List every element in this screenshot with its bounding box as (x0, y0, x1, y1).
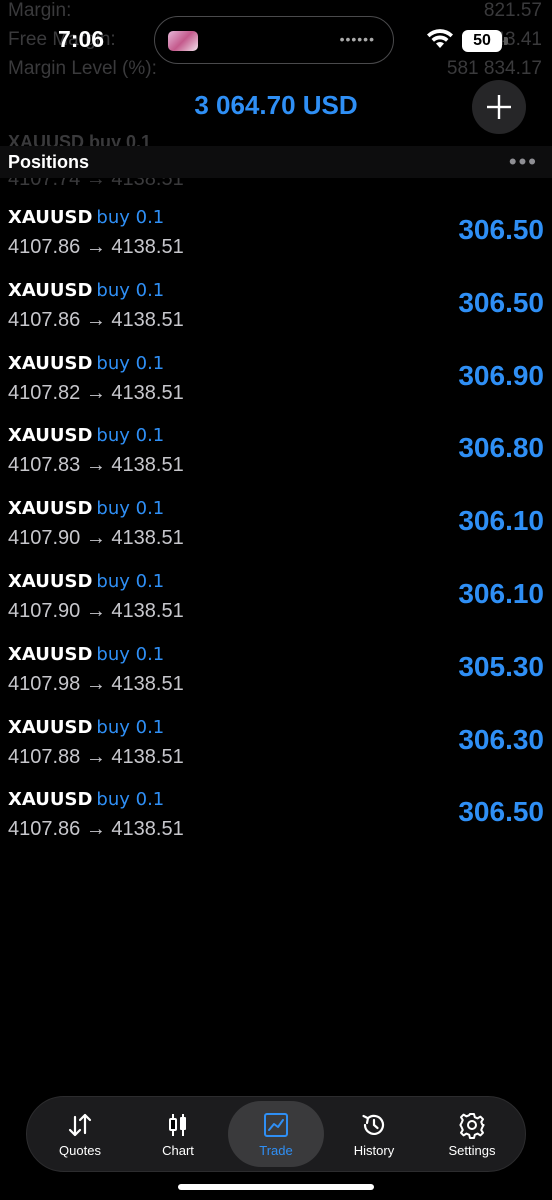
trade-icon (264, 1112, 288, 1137)
battery-icon: 50 (462, 30, 502, 52)
settings-icon (459, 1112, 485, 1139)
tab-chart[interactable]: Chart (130, 1101, 226, 1167)
margin-label: Margin: (8, 0, 72, 21)
position-side: buy 0.1 (96, 425, 165, 447)
account-balance: 3 064.70 USD (194, 90, 358, 120)
activity-dots-icon: •••••• (339, 31, 375, 47)
position-profit: 306.50 (458, 214, 544, 245)
position-prices: 4107.86 → 4138.51 (8, 236, 184, 258)
position-side: buy 0.1 (96, 352, 165, 374)
position-symbol: XAUUSD (8, 279, 93, 301)
position-symbol: XAUUSD (8, 716, 93, 738)
position-prices: 4107.86 → 4138.51 (8, 818, 184, 841)
position-row[interactable]: XAUUSD buy 0.1 4107.83 → 4138.51 306.80 (0, 418, 552, 491)
position-title: XAUUSD buy 0.1 (8, 497, 164, 520)
position-row[interactable]: XAUUSD buy 0.1 4107.82 → 4138.51 306.90 (0, 346, 552, 419)
position-profit: 306.90 (458, 359, 544, 391)
tab-chart-label: Chart (162, 1142, 194, 1158)
position-title: XAUUSD buy 0.1 (8, 352, 164, 375)
tab-settings[interactable]: Settings (424, 1101, 520, 1167)
position-row[interactable]: XAUUSD buy 0.1 4107.90 → 4138.51 306.10 (0, 491, 552, 564)
position-profit: 306.80 (458, 432, 544, 464)
position-row[interactable]: XAUUSD buy 0.1 4107.90 → 4138.51 306.10 (0, 564, 552, 637)
position-symbol: XAUUSD (8, 352, 93, 374)
position-title: XAUUSD buy 0.1 (8, 279, 164, 302)
more-options-icon[interactable]: ••• (509, 151, 538, 173)
battery-cap (504, 37, 508, 45)
position-title: XAUUSD buy 0.1 (8, 206, 164, 229)
dynamic-island[interactable]: •••••• (154, 16, 394, 64)
position-prices: 4107.86 → 4138.51 (8, 308, 184, 331)
position-prices: 4107.83 → 4138.51 (8, 454, 184, 477)
tab-settings-label: Settings (448, 1142, 496, 1158)
position-prices: 4107.98 → 4138.51 (8, 672, 184, 695)
plus-icon (487, 95, 511, 119)
quotes-icon (68, 1113, 92, 1136)
position-profit: 306.30 (458, 723, 544, 755)
tab-history[interactable]: History (326, 1101, 422, 1167)
new-order-button[interactable] (472, 80, 526, 134)
position-profit: 306.10 (458, 505, 544, 537)
position-title: XAUUSD buy 0.1 (8, 570, 164, 593)
tab-quotes-label: Quotes (59, 1142, 101, 1158)
position-row[interactable]: XAUUSD buy 0.1 4107.86 → 4138.51 306.50 (0, 782, 552, 855)
position-row[interactable]: XAUUSD buy 0.1 4107.88 → 4138.51 306.30 (0, 710, 552, 783)
chart-icon (169, 1113, 186, 1136)
margin-level-label: Margin Level (%): (8, 58, 157, 79)
positions-header: Positions ••• (0, 146, 552, 178)
position-side: buy 0.1 (96, 643, 165, 665)
position-symbol: XAUUSD (8, 498, 93, 520)
status-time: 7:06 (58, 26, 105, 52)
position-prices: 4107.82 → 4138.51 (8, 381, 184, 404)
position-symbol: XAUUSD (8, 425, 93, 447)
position-symbol: XAUUSD (8, 789, 93, 811)
wifi-icon (426, 28, 454, 55)
tab-history-label: History (353, 1142, 395, 1158)
position-side: buy 0.1 (96, 570, 165, 592)
bottom-tab-bar: Quotes Chart Trade History Settings (26, 1096, 526, 1172)
position-side: buy 0.1 (96, 789, 165, 811)
position-prices: 4107.90 → 4138.51 (8, 527, 184, 550)
margin-value: 821.57 (483, 0, 542, 21)
position-symbol: XAUUSD (8, 570, 93, 592)
position-profit: 306.10 (458, 577, 544, 609)
live-activity-icon (168, 31, 198, 51)
position-title: XAUUSD buy 0.1 (8, 716, 164, 739)
position-symbol: XAUUSD (8, 207, 93, 228)
position-profit: 306.50 (458, 796, 544, 828)
tab-trade-label: Trade (259, 1142, 293, 1158)
position-title: XAUUSD buy 0.1 (8, 643, 164, 666)
position-side: buy 0.1 (96, 279, 165, 301)
positions-list: XAUUSD buy 0.1 4107.86 → 4138.51 306.50 XAUU… (0, 200, 552, 855)
position-side: buy 0.1 (96, 207, 165, 228)
home-indicator[interactable] (178, 1184, 374, 1190)
positions-title: Positions (8, 151, 90, 172)
tab-trade[interactable]: Trade (228, 1101, 324, 1167)
position-symbol: XAUUSD (8, 643, 93, 665)
position-title: XAUUSD buy 0.1 (8, 424, 164, 447)
position-side: buy 0.1 (96, 716, 165, 738)
position-row[interactable]: XAUUSD buy 0.1 4107.86 → 4138.51 306.50 (0, 200, 552, 273)
position-row[interactable]: XAUUSD buy 0.1 4107.86 → 4138.51 306.50 (0, 273, 552, 346)
position-profit: 305.30 (458, 650, 544, 682)
position-title: XAUUSD buy 0.1 (8, 788, 164, 811)
margin-level-value: 581 834.17 (446, 58, 542, 79)
position-side: buy 0.1 (96, 498, 165, 520)
history-icon (362, 1114, 385, 1135)
position-row[interactable]: XAUUSD buy 0.1 4107.98 → 4138.51 305.30 (0, 637, 552, 710)
position-profit: 306.50 (458, 286, 544, 318)
tab-quotes[interactable]: Quotes (32, 1101, 128, 1167)
position-prices: 4107.90 → 4138.51 (8, 599, 184, 622)
position-prices: 4107.88 → 4138.51 (8, 745, 184, 768)
